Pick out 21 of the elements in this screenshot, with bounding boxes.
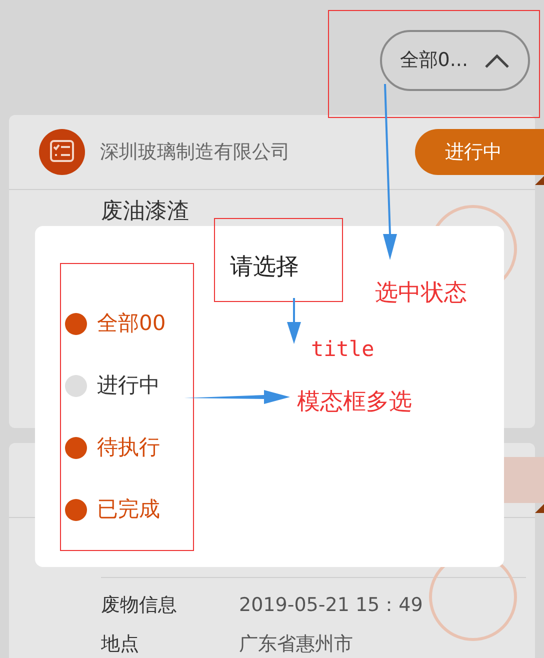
- field-value: 2019-05-21 15：49: [239, 593, 423, 618]
- annotation-label: 模态框多选: [297, 388, 412, 417]
- field-label: 地点: [101, 632, 140, 656]
- waste-title: 废油漆渣: [101, 199, 189, 225]
- filter-dropdown[interactable]: 全部0...: [380, 30, 530, 91]
- option-item[interactable]: 进行中: [65, 368, 166, 404]
- annotation-arrow: [286, 298, 302, 344]
- status-badge: 进行中: [415, 129, 544, 175]
- annotation-label: 选中状态: [375, 279, 467, 308]
- option-item[interactable]: 待执行: [65, 430, 166, 466]
- option-item[interactable]: 全部00: [65, 306, 166, 342]
- badge-fold: [535, 175, 544, 185]
- field-value: 广东省惠州市: [239, 632, 353, 656]
- badge-fold: [535, 503, 544, 513]
- company-name: 深圳玻璃制造有限公司: [100, 140, 290, 165]
- annotation-label: title: [311, 336, 374, 363]
- option-item[interactable]: 已完成: [65, 492, 166, 528]
- checklist-icon: [39, 129, 85, 175]
- field-label: 废物信息: [101, 593, 178, 618]
- modal-title: 请选择: [230, 253, 299, 282]
- caret-icon: [484, 52, 510, 70]
